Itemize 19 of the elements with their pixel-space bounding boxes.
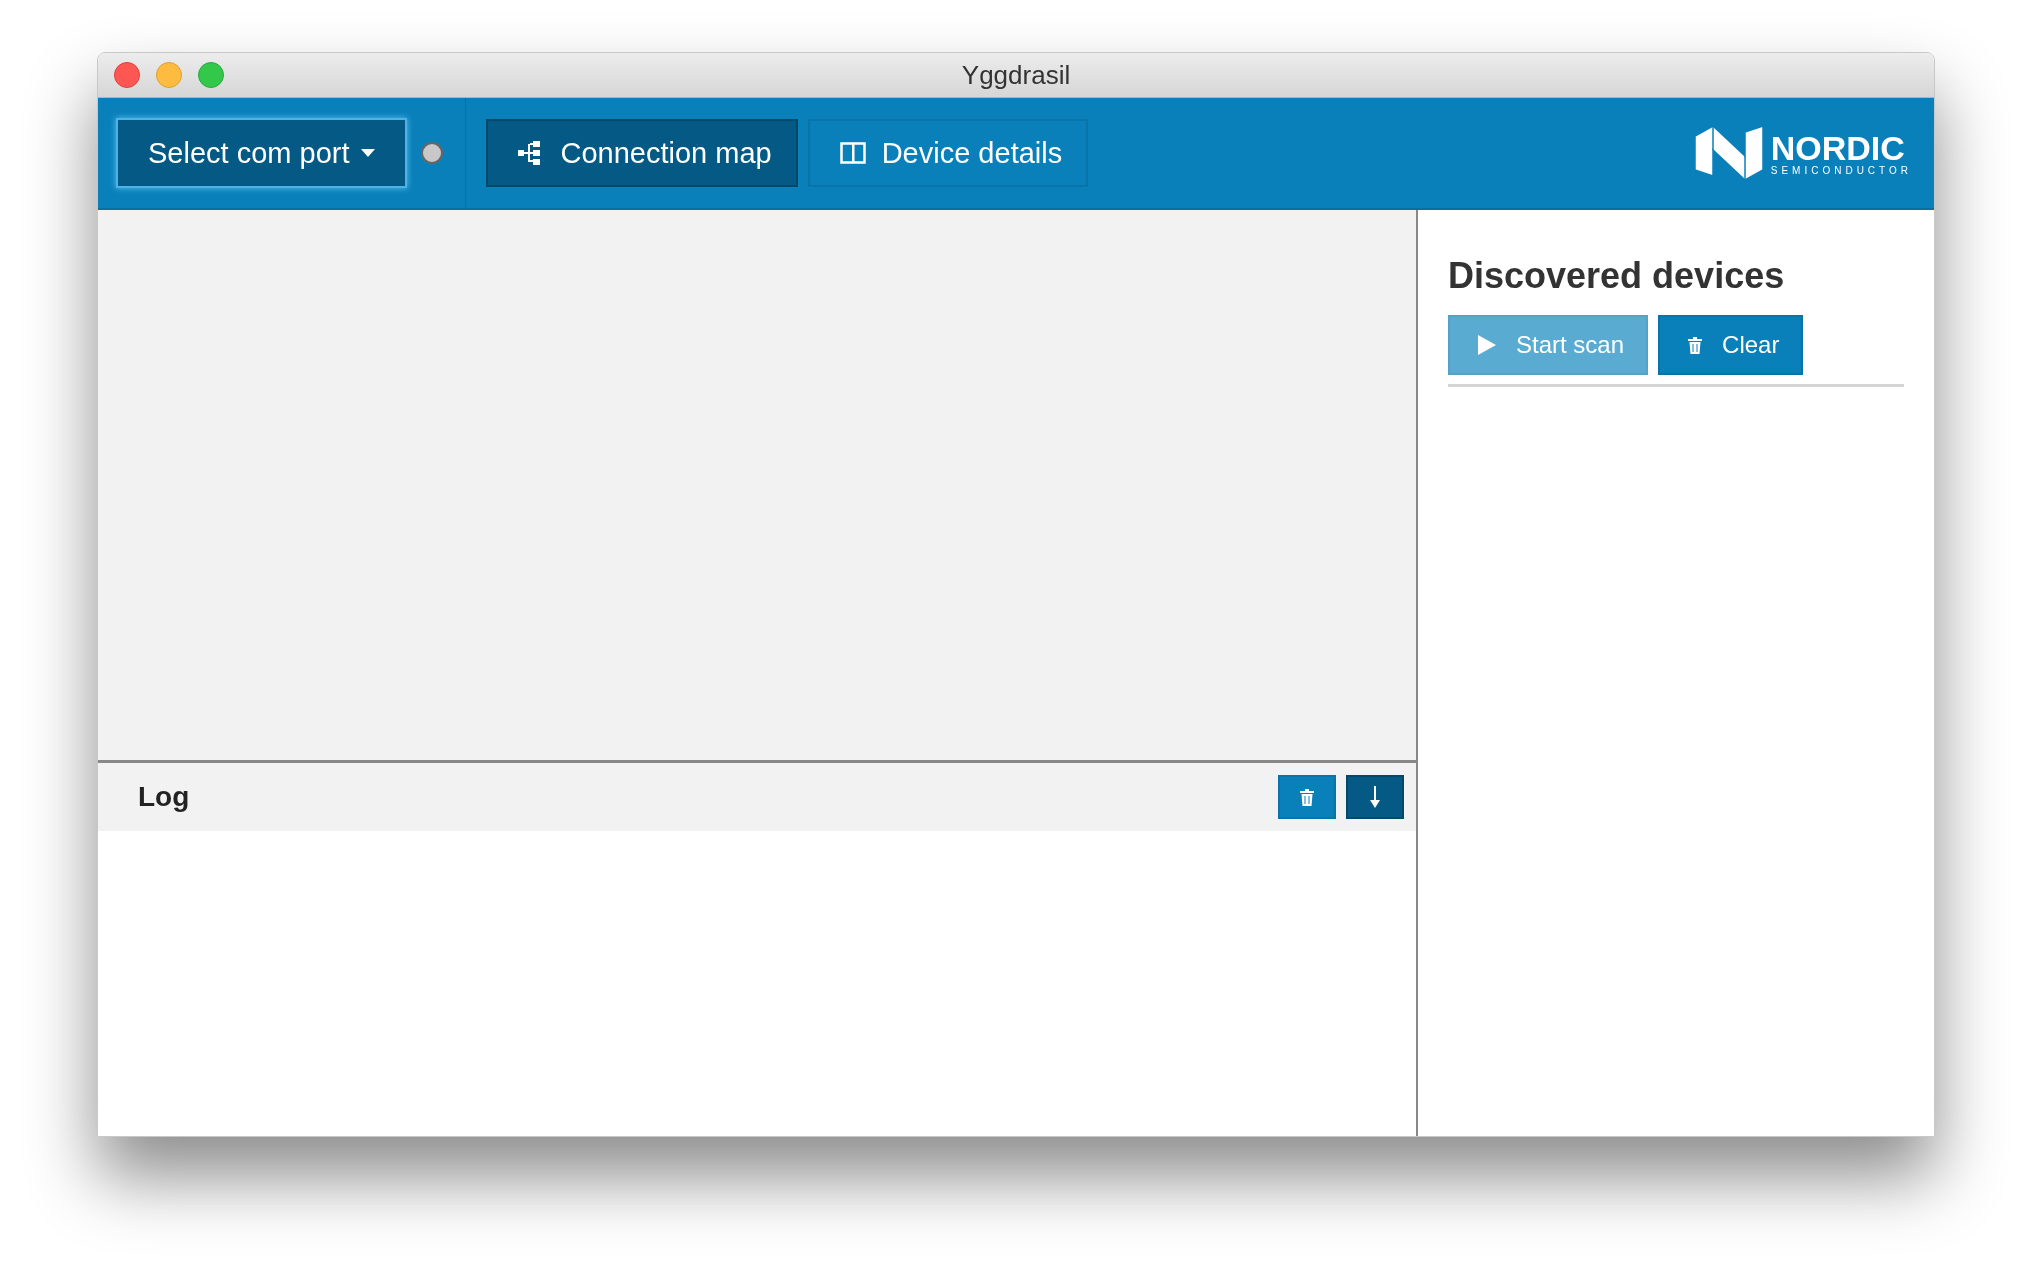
panel-title: Discovered devices: [1448, 255, 1786, 297]
view-tab[interactable]: Connection map: [486, 119, 798, 187]
minimize-button[interactable]: [156, 62, 182, 88]
caret-icon: [361, 149, 376, 157]
com-port-dropdown[interactable]: Select com port: [116, 118, 408, 188]
autoscroll-button[interactable]: [1346, 775, 1404, 819]
clear-button[interactable]: Clear: [1658, 315, 1804, 375]
window-title: Yggdrasil: [960, 59, 1072, 91]
down-arrow-icon: [1369, 786, 1381, 808]
log-title: Log: [138, 781, 190, 813]
play-icon: [1478, 335, 1496, 355]
view-tab[interactable]: Device details: [807, 119, 1089, 187]
trash-icon: [1688, 336, 1703, 354]
zoom-button[interactable]: [198, 62, 224, 88]
company-logo: NORDIC SEMICONDUCTOR: [1692, 122, 1912, 184]
columns-icon: [839, 141, 866, 165]
clear-log-button[interactable]: [1278, 775, 1336, 819]
close-button[interactable]: [114, 62, 140, 88]
trash-icon: [1300, 788, 1314, 806]
